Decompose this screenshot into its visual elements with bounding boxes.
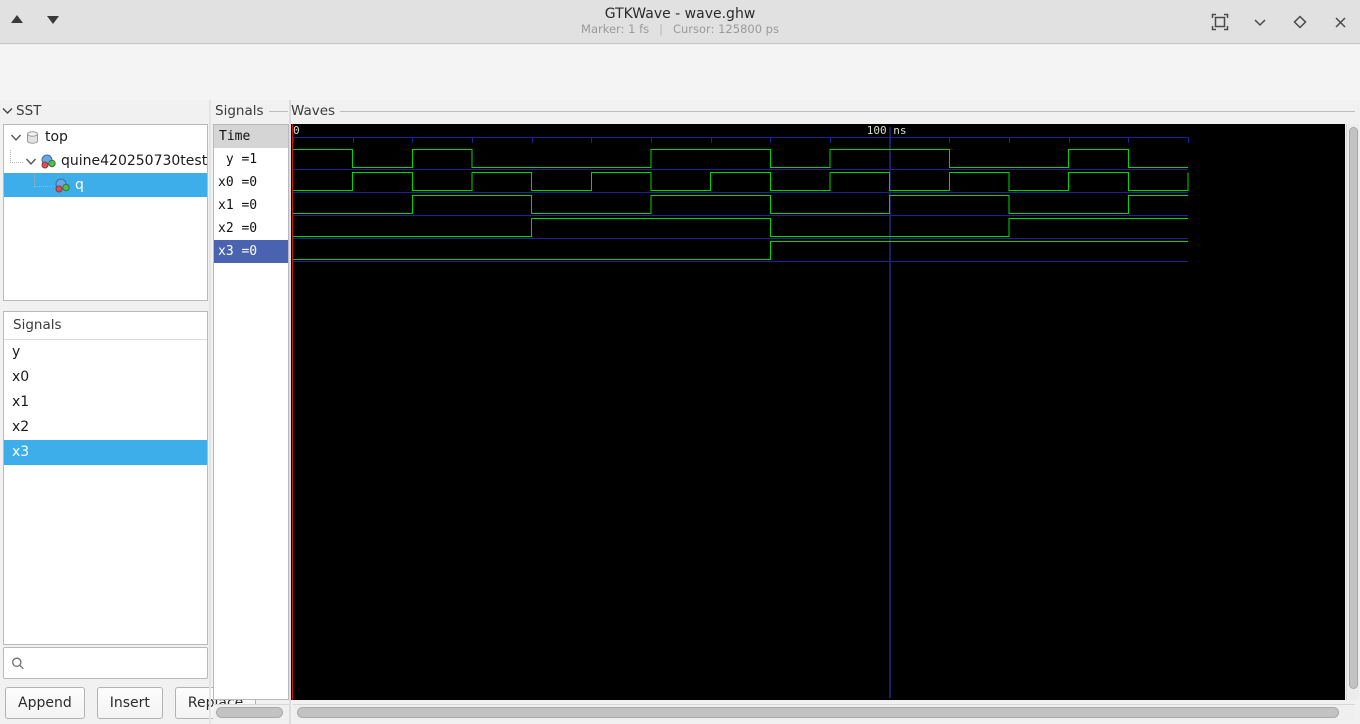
window-title: GTKWave - wave.ghw [604, 6, 756, 22]
panel-divider[interactable] [209, 100, 211, 724]
append-button[interactable]: Append [5, 687, 85, 719]
sst-expander-icon[interactable] [2, 107, 13, 115]
signal-item-x3[interactable]: x3 [4, 440, 207, 465]
value-row-x0[interactable]: x0 =0 [214, 171, 288, 194]
main-content: SST top quine420250730testber [0, 100, 1360, 724]
signal-item-y[interactable]: y [4, 340, 207, 365]
tree-item-q[interactable]: q [4, 173, 207, 197]
tree-item-label: quine420250730testber [61, 153, 207, 169]
chevron-down-icon[interactable] [25, 157, 37, 166]
waves-header-label: Waves [291, 103, 336, 119]
module-top-icon [27, 130, 38, 144]
time-header-cell: Time [214, 125, 288, 148]
wave-trace-x2 [293, 218, 1189, 237]
wave-trace-y [293, 149, 1189, 168]
waves-hscroll-thumb[interactable] [297, 707, 1339, 718]
waves-horizontal-scrollbar [293, 704, 1355, 720]
close-icon[interactable] [1328, 10, 1352, 34]
titlebar: GTKWave - wave.ghw Marker: 1 fs | Cursor: … [0, 0, 1360, 44]
signal-item-x2[interactable]: x2 [4, 415, 207, 440]
tree-item-label: top [45, 129, 68, 145]
search-icon [12, 657, 24, 669]
waves-vscroll-thumb[interactable] [1349, 127, 1358, 689]
minimize-chevron-icon[interactable] [1248, 10, 1272, 34]
sst-label: SST [16, 103, 42, 119]
tree-item-top[interactable]: top [4, 125, 207, 149]
value-row-x3[interactable]: x3 =0 [214, 240, 288, 263]
search-input[interactable] [31, 648, 207, 678]
signal-search [3, 647, 208, 679]
waves-header: Waves [291, 103, 1355, 119]
wave-trace-x1 [293, 195, 1189, 214]
tree-item-label: q [75, 177, 84, 193]
svg-text:100 ns: 100 ns [867, 124, 907, 137]
value-row-x2[interactable]: x2 =0 [214, 217, 288, 240]
module-icon [55, 178, 70, 192]
module-icon [41, 154, 56, 168]
values-header-label: Signals [215, 103, 264, 119]
maximize-diamond-icon[interactable] [1288, 10, 1312, 34]
waveform-canvas[interactable]: 0 100 ns [291, 124, 1345, 700]
sst-tree: top quine420250730testber q [3, 124, 208, 301]
values-horizontal-scrollbar [213, 704, 289, 720]
wave-trace-x3 [293, 241, 1189, 260]
signals-list-panel: Signals y x0 x1 x2 x3 [3, 311, 208, 645]
waves-vertical-scrollbar [1346, 124, 1359, 700]
signal-item-x0[interactable]: x0 [4, 365, 207, 390]
tree-item-testbench[interactable]: quine420250730testber [4, 149, 207, 173]
values-hscroll-thumb[interactable] [216, 707, 283, 718]
marker-status: Marker: 1 fs [581, 22, 650, 36]
chevron-down-icon[interactable] [10, 133, 22, 142]
value-row-y[interactable]: y =1 [214, 148, 288, 171]
values-header: Signals [215, 103, 288, 119]
gtkwave-window: GTKWave - wave.ghw Marker: 1 fs | Cursor: … [0, 0, 1360, 724]
sst-header: SST [2, 103, 41, 119]
window-subtitle: Marker: 1 fs | Cursor: 125800 ps [0, 22, 1360, 36]
tree-connector [34, 174, 52, 187]
signal-values-panel: Time y =1 x0 =0 x1 =0 x2 =0 x3 =0 [213, 124, 289, 700]
cursor-status: Cursor: 125800 ps [672, 22, 779, 36]
subtitle-separator: | [659, 22, 663, 36]
fullscreen-icon[interactable] [1208, 10, 1232, 34]
toolbar: From: To: [0, 45, 1360, 139]
insert-button[interactable]: Insert [96, 687, 163, 719]
svg-text:0: 0 [293, 124, 300, 137]
wave-trace-x0 [293, 172, 1189, 191]
signal-item-x1[interactable]: x1 [4, 390, 207, 415]
value-row-x1[interactable]: x1 =0 [214, 194, 288, 217]
signals-list-header: Signals [4, 312, 207, 340]
tree-connector [10, 150, 23, 163]
